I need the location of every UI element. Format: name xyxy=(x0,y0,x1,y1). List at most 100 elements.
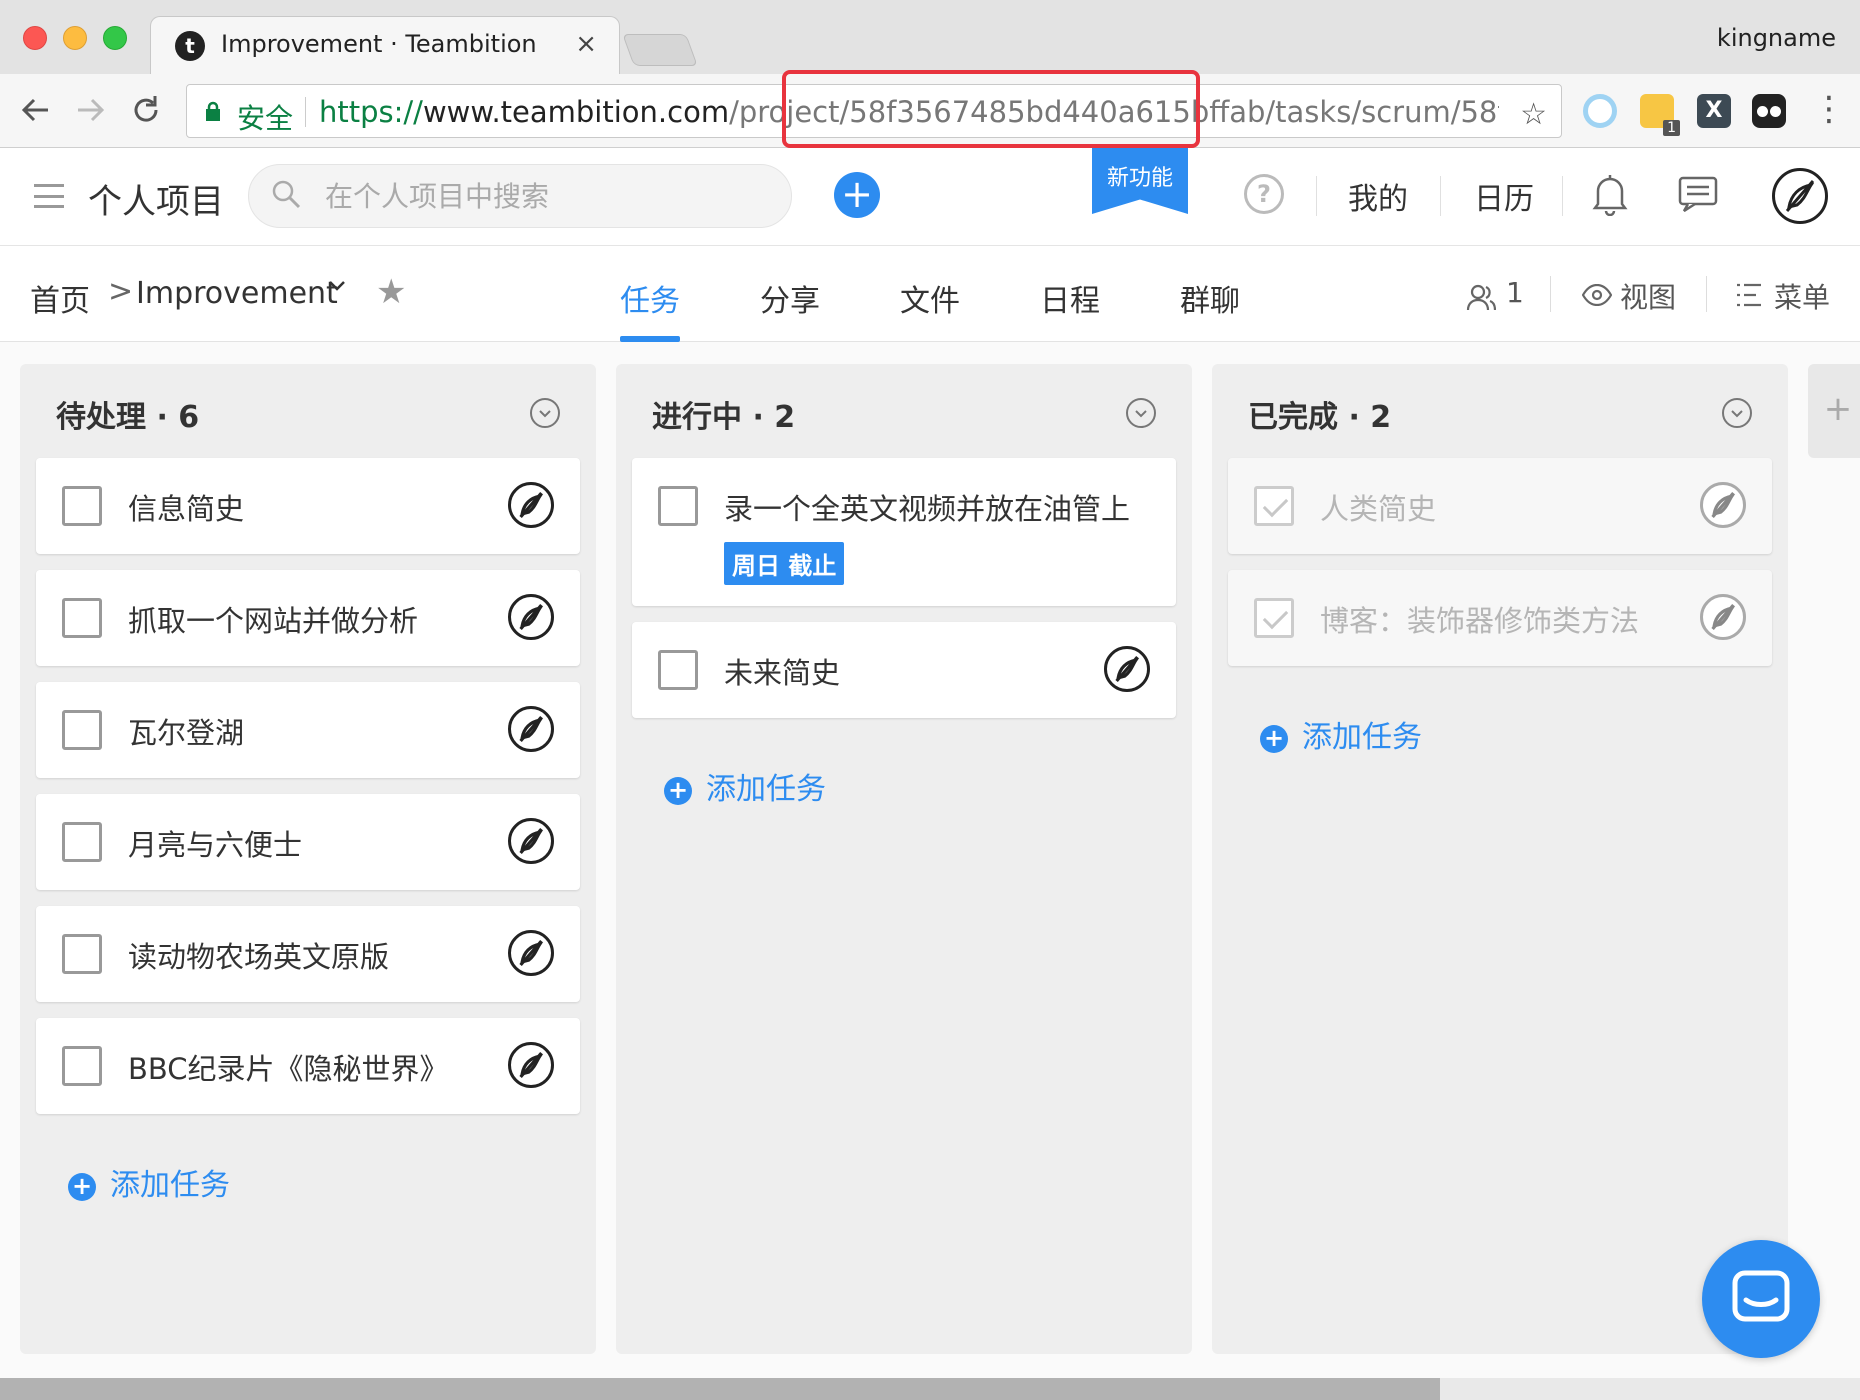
chat-bubble-icon xyxy=(1732,1270,1790,1322)
assignee-avatar[interactable] xyxy=(508,482,554,528)
task-title: 人类简史 xyxy=(1320,492,1437,526)
task-title: 信息简史 xyxy=(128,492,245,526)
add-button[interactable]: + xyxy=(834,172,880,218)
task-checkbox[interactable] xyxy=(62,486,102,526)
chevron-down-icon[interactable] xyxy=(328,276,346,301)
task-checkbox[interactable] xyxy=(62,710,102,750)
task-title: 月亮与六便士 xyxy=(128,828,303,862)
forward-arrow-icon[interactable] xyxy=(72,92,108,128)
search-box[interactable] xyxy=(248,164,792,228)
members-icon[interactable] xyxy=(1466,282,1496,312)
assignee-avatar[interactable] xyxy=(1700,482,1746,528)
favorite-star-icon[interactable]: ★ xyxy=(376,272,406,312)
message-icon[interactable] xyxy=(1678,176,1718,212)
url-highlight-annotation xyxy=(782,70,1200,148)
tab-tasks[interactable]: 任务 xyxy=(620,276,680,320)
add-task-button[interactable]: + 添加任务 xyxy=(664,764,826,808)
subnav-divider xyxy=(1706,276,1707,312)
tab-title: Improvement · Teambition xyxy=(221,30,537,58)
column-todo: 待处理 · 6 信息简史 抓取一个网站并做分析 瓦尔登湖 月亮与六便士 读动物农… xyxy=(20,364,596,1354)
assignee-avatar[interactable] xyxy=(508,594,554,640)
help-icon[interactable]: ? xyxy=(1244,174,1284,214)
browser-profile-name[interactable]: kingname xyxy=(1717,24,1836,52)
column-title: 待处理 · 6 xyxy=(56,400,200,435)
task-card[interactable]: 抓取一个网站并做分析 xyxy=(36,570,580,666)
tab-schedule[interactable]: 日程 xyxy=(1040,276,1100,320)
header-divider xyxy=(1562,176,1563,216)
tab-share[interactable]: 分享 xyxy=(760,276,820,320)
task-checkbox-checked[interactable] xyxy=(1254,486,1294,526)
task-title: 录一个全英文视频并放在油管上 xyxy=(724,492,1131,526)
view-button[interactable]: 视图 xyxy=(1620,276,1676,316)
assignee-avatar[interactable] xyxy=(1700,594,1746,640)
header-divider xyxy=(1440,176,1441,216)
tab-files[interactable]: 文件 xyxy=(900,276,960,320)
support-chat-button[interactable] xyxy=(1702,1240,1820,1358)
task-card-done[interactable]: 人类简史 xyxy=(1228,458,1772,554)
user-avatar[interactable] xyxy=(1772,168,1828,224)
list-menu-icon[interactable] xyxy=(1736,282,1762,308)
task-checkbox[interactable] xyxy=(62,1046,102,1086)
browser-tab-active[interactable]: t Improvement · Teambition × xyxy=(150,16,620,74)
task-checkbox-checked[interactable] xyxy=(1254,598,1294,638)
column-menu-chevron-icon[interactable] xyxy=(1126,398,1156,428)
task-checkbox[interactable] xyxy=(62,934,102,974)
task-card-done[interactable]: 博客：装饰器修饰类方法 xyxy=(1228,570,1772,666)
extension-incognito-icon[interactable] xyxy=(1752,94,1786,128)
task-card[interactable]: 未来简史 xyxy=(632,622,1176,718)
column-menu-chevron-icon[interactable] xyxy=(1722,398,1752,428)
reload-icon[interactable] xyxy=(128,92,164,128)
task-checkbox[interactable] xyxy=(62,822,102,862)
hamburger-menu-icon[interactable] xyxy=(34,184,64,208)
menu-button[interactable]: 菜单 xyxy=(1774,276,1830,316)
assignee-avatar[interactable] xyxy=(508,930,554,976)
assignee-avatar[interactable] xyxy=(508,1042,554,1088)
task-checkbox[interactable] xyxy=(62,598,102,638)
task-checkbox[interactable] xyxy=(658,650,698,690)
column-title: 已完成 · 2 xyxy=(1248,400,1392,435)
plus-circle-icon: + xyxy=(68,1172,96,1201)
task-card[interactable]: 信息简史 xyxy=(36,458,580,554)
notification-bell-icon[interactable] xyxy=(1592,172,1628,216)
tab-close-icon[interactable]: × xyxy=(575,29,597,59)
task-title: 博客：装饰器修饰类方法 xyxy=(1320,604,1640,638)
task-title: 抓取一个网站并做分析 xyxy=(128,604,419,638)
task-card[interactable]: BBC纪录片《隐秘世界》 xyxy=(36,1018,580,1114)
maximize-window-button[interactable] xyxy=(103,26,127,50)
task-card[interactable]: 瓦尔登湖 xyxy=(36,682,580,778)
assignee-avatar[interactable] xyxy=(508,706,554,752)
back-arrow-icon[interactable] xyxy=(18,92,54,128)
nav-calendar[interactable]: 日历 xyxy=(1474,174,1534,218)
add-column-button[interactable]: + xyxy=(1808,364,1860,458)
search-input[interactable] xyxy=(325,177,765,215)
chrome-menu-icon[interactable]: ⋮ xyxy=(1812,92,1846,126)
eye-icon[interactable] xyxy=(1582,284,1612,306)
task-card[interactable]: 月亮与六便士 xyxy=(36,794,580,890)
bookmark-star-icon[interactable]: ☆ xyxy=(1520,97,1547,132)
new-tab-button[interactable] xyxy=(622,34,698,66)
breadcrumb-project[interactable]: Improvement xyxy=(136,276,338,311)
column-menu-chevron-icon[interactable] xyxy=(530,398,560,428)
scrollbar-thumb[interactable] xyxy=(0,1378,1440,1400)
nav-mine[interactable]: 我的 xyxy=(1348,174,1408,218)
add-task-button[interactable]: + 添加任务 xyxy=(1260,712,1422,756)
horizontal-scrollbar[interactable] xyxy=(0,1378,1860,1400)
assignee-avatar[interactable] xyxy=(1104,646,1150,692)
extension-x-icon[interactable]: X xyxy=(1697,94,1731,128)
assignee-avatar[interactable] xyxy=(508,818,554,864)
close-window-button[interactable] xyxy=(23,26,47,50)
plus-circle-icon: + xyxy=(1260,724,1288,753)
add-task-button[interactable]: + 添加任务 xyxy=(68,1160,230,1204)
project-title[interactable]: 个人项目 xyxy=(88,174,224,223)
task-title: 未来简史 xyxy=(724,656,841,690)
extension-note-icon[interactable]: 1 xyxy=(1640,94,1680,136)
tab-group-chat[interactable]: 群聊 xyxy=(1180,276,1240,320)
extension-circle-icon[interactable] xyxy=(1583,94,1617,128)
members-count[interactable]: 1 xyxy=(1506,276,1524,309)
task-card[interactable]: 读动物农场英文原版 xyxy=(36,906,580,1002)
task-card[interactable]: 录一个全英文视频并放在油管上 周日 截止 xyxy=(632,458,1176,606)
task-checkbox[interactable] xyxy=(658,486,698,526)
task-title: BBC纪录片《隐秘世界》 xyxy=(128,1052,449,1086)
minimize-window-button[interactable] xyxy=(63,26,87,50)
breadcrumb-home[interactable]: 首页 xyxy=(30,276,90,320)
